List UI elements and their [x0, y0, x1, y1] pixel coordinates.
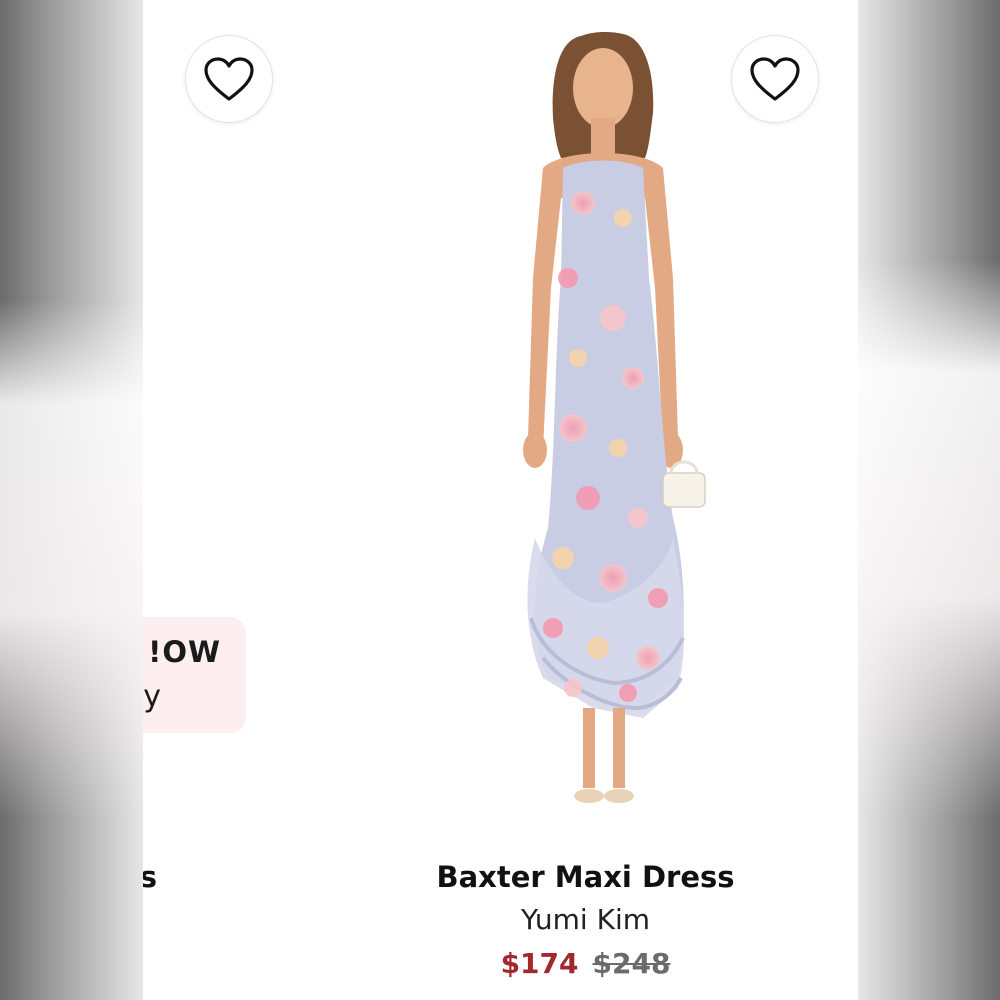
promo-title: OW! [148, 635, 221, 669]
favorite-button-right[interactable] [731, 35, 819, 123]
product-info[interactable]: Baxter Maxi Dress Yumi Kim $174 $248 [393, 856, 778, 986]
product-grid-screen: OW! y s Baxter Maxi Dress Yumi Kim $174 … [143, 0, 858, 1000]
price-row: $174 $248 [393, 942, 778, 986]
left-product-name[interactable]: s [143, 860, 157, 894]
background-glow-left [0, 300, 143, 820]
promo-subtitle: y [143, 679, 161, 714]
sale-price: $174 [500, 947, 579, 980]
blurred-background-right [858, 0, 1000, 1000]
promo-banner[interactable]: OW! y [143, 617, 246, 733]
background-glow-right [858, 260, 1000, 820]
blurred-background-left [0, 0, 143, 1000]
product-image[interactable] [473, 18, 733, 818]
favorite-button-left[interactable] [185, 35, 273, 123]
screenshot-frame: OW! y s Baxter Maxi Dress Yumi Kim $174 … [0, 0, 1000, 1000]
original-price: $248 [592, 947, 671, 980]
heart-outline-icon [204, 57, 254, 101]
product-brand: Yumi Kim [520, 903, 650, 936]
product-name[interactable]: Baxter Maxi Dress [393, 856, 778, 898]
heart-outline-icon [750, 57, 800, 101]
